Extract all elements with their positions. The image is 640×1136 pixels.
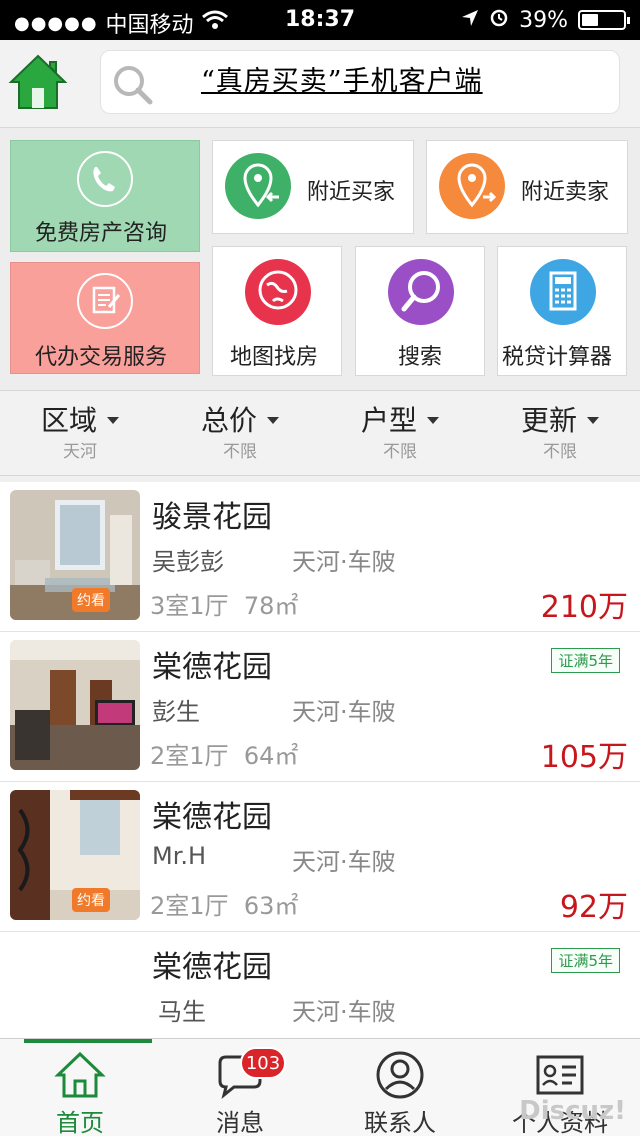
listing-layout: 2室1厅 63㎡	[150, 892, 299, 920]
alarm-icon	[489, 7, 509, 33]
home-button[interactable]	[8, 52, 68, 112]
tab-messages[interactable]: 103 消息	[160, 1039, 320, 1136]
listing-layout: 2室1厅 64㎡	[150, 742, 299, 770]
listing-owner: 彭生	[152, 698, 200, 726]
filter-updated[interactable]: 更新 不限	[480, 399, 640, 462]
filter-updated-value: 不限	[543, 442, 577, 462]
battery-percent: 39%	[519, 7, 568, 33]
feature-grid: 免费房产咨询 附近买家 附近卖家 代办交易服务 地图找房 搜索 税贷计算器	[0, 128, 640, 390]
listing-area: 天河·车陂	[292, 698, 396, 726]
dropdown-arrow-icon	[267, 416, 279, 424]
tab-home-label: 首页	[56, 1109, 104, 1136]
search-tile[interactable]: 搜索	[355, 246, 485, 376]
filter-region-label: 区域	[40, 404, 97, 437]
filter-layout-label: 户型	[360, 404, 417, 437]
listing-price: 92万	[559, 890, 628, 925]
person-icon	[376, 1051, 424, 1099]
listing-item[interactable]: 棠德花园 证满5年 彭生 天河·车陂 2室1厅 64㎡ 105万	[0, 632, 640, 782]
status-right: 39%	[461, 7, 630, 33]
agent-service-label: 代办交易服务	[35, 345, 168, 370]
calculator-label: 税贷计算器	[502, 345, 613, 370]
listing-name: 棠德花园	[152, 650, 272, 685]
tab-messages-label: 消息	[216, 1109, 264, 1136]
listing-area: 天河·车陂	[292, 548, 396, 576]
appointment-badge[interactable]: 约看	[72, 888, 110, 912]
filter-region-value: 天河	[63, 442, 97, 462]
map-pin-right-icon	[439, 153, 505, 219]
filter-price-label: 总价	[200, 404, 257, 437]
filter-price-value: 不限	[223, 442, 257, 462]
listing-photo: 约看	[10, 790, 140, 920]
calculator-tile[interactable]: 税贷计算器	[497, 246, 627, 376]
filter-updated-label: 更新	[520, 404, 577, 437]
tab-contacts-label: 联系人	[364, 1109, 436, 1136]
search-label: 搜索	[398, 345, 443, 370]
appointment-badge[interactable]: 约看	[72, 588, 110, 612]
agent-service-tile[interactable]: 代办交易服务	[10, 262, 200, 374]
globe-icon	[245, 259, 311, 325]
listing-area: 天河·车陂	[292, 998, 396, 1026]
listing-price: 105万	[540, 740, 628, 775]
search-bar[interactable]: “真房买卖”手机客户端	[100, 50, 620, 114]
magnifier-icon	[388, 259, 454, 325]
dropdown-arrow-icon	[427, 416, 439, 424]
status-bar: ●●●●● 中国移动 18:37 39%	[0, 0, 640, 40]
listing-photo: 约看	[10, 490, 140, 620]
map-pin-left-icon	[225, 153, 291, 219]
listing-owner: 吴彭彭	[152, 548, 224, 576]
listing-item[interactable]: 约看 棠德花园 Mr.H 天河·车陂 2室1厅 63㎡ 92万	[0, 782, 640, 932]
map-search-label: 地图找房	[230, 345, 319, 370]
house-icon	[54, 1051, 106, 1098]
house-icon	[8, 54, 68, 109]
certificate-tag: 证满5年	[551, 948, 620, 973]
filter-layout[interactable]: 户型 不限	[320, 399, 480, 462]
message-count-badge: 103	[240, 1047, 286, 1079]
free-consult-label: 免费房产咨询	[35, 221, 168, 246]
listing-item[interactable]: 棠德花园 证满5年 马生 天河·车陂	[0, 932, 640, 1038]
dropdown-arrow-icon	[587, 416, 599, 424]
dropdown-arrow-icon	[107, 416, 119, 424]
listing-layout: 3室1厅 78㎡	[150, 592, 299, 620]
listing-name: 棠德花园	[152, 800, 272, 835]
header: “真房买卖”手机客户端	[0, 40, 640, 128]
watermark: Discuz!	[519, 1096, 626, 1126]
filter-layout-value: 不限	[383, 442, 417, 462]
free-consult-tile[interactable]: 免费房产咨询	[10, 140, 200, 252]
listing-list[interactable]: 约看 骏景花园 吴彭彭 天河·车陂 3室1厅 78㎡ 210万 棠德花园 证满5…	[0, 482, 640, 1038]
map-search-tile[interactable]: 地图找房	[212, 246, 342, 376]
id-card-icon	[536, 1055, 584, 1095]
app-title: “真房买卖”手机客户端	[201, 66, 483, 97]
nearby-sellers-label: 附近卖家	[521, 180, 610, 205]
filter-price[interactable]: 总价 不限	[160, 399, 320, 462]
nearby-sellers-tile[interactable]: 附近卖家	[426, 140, 628, 234]
search-icon	[114, 66, 153, 105]
filter-bar: 区域 天河 总价 不限 户型 不限 更新 不限	[0, 390, 640, 476]
nearby-buyers-label: 附近买家	[307, 180, 396, 205]
phone-icon	[77, 151, 133, 207]
listing-owner: 马生	[158, 998, 206, 1026]
battery-icon	[578, 10, 630, 30]
listing-photo	[10, 640, 140, 770]
listing-name: 骏景花园	[152, 500, 272, 535]
tab-home[interactable]: 首页	[0, 1039, 160, 1136]
calculator-icon	[530, 259, 596, 325]
listing-area: 天河·车陂	[292, 848, 396, 876]
certificate-tag: 证满5年	[551, 648, 620, 673]
listing-price: 210万	[540, 590, 628, 625]
location-icon	[461, 8, 479, 33]
listing-owner: Mr.H	[152, 842, 207, 870]
listing-item[interactable]: 约看 骏景花园 吴彭彭 天河·车陂 3室1厅 78㎡ 210万	[0, 482, 640, 632]
nearby-buyers-tile[interactable]: 附近买家	[212, 140, 414, 234]
filter-region[interactable]: 区域 天河	[0, 399, 160, 462]
tab-contacts[interactable]: 联系人	[320, 1039, 480, 1136]
listing-name: 棠德花园	[152, 950, 272, 985]
document-icon	[77, 273, 133, 329]
